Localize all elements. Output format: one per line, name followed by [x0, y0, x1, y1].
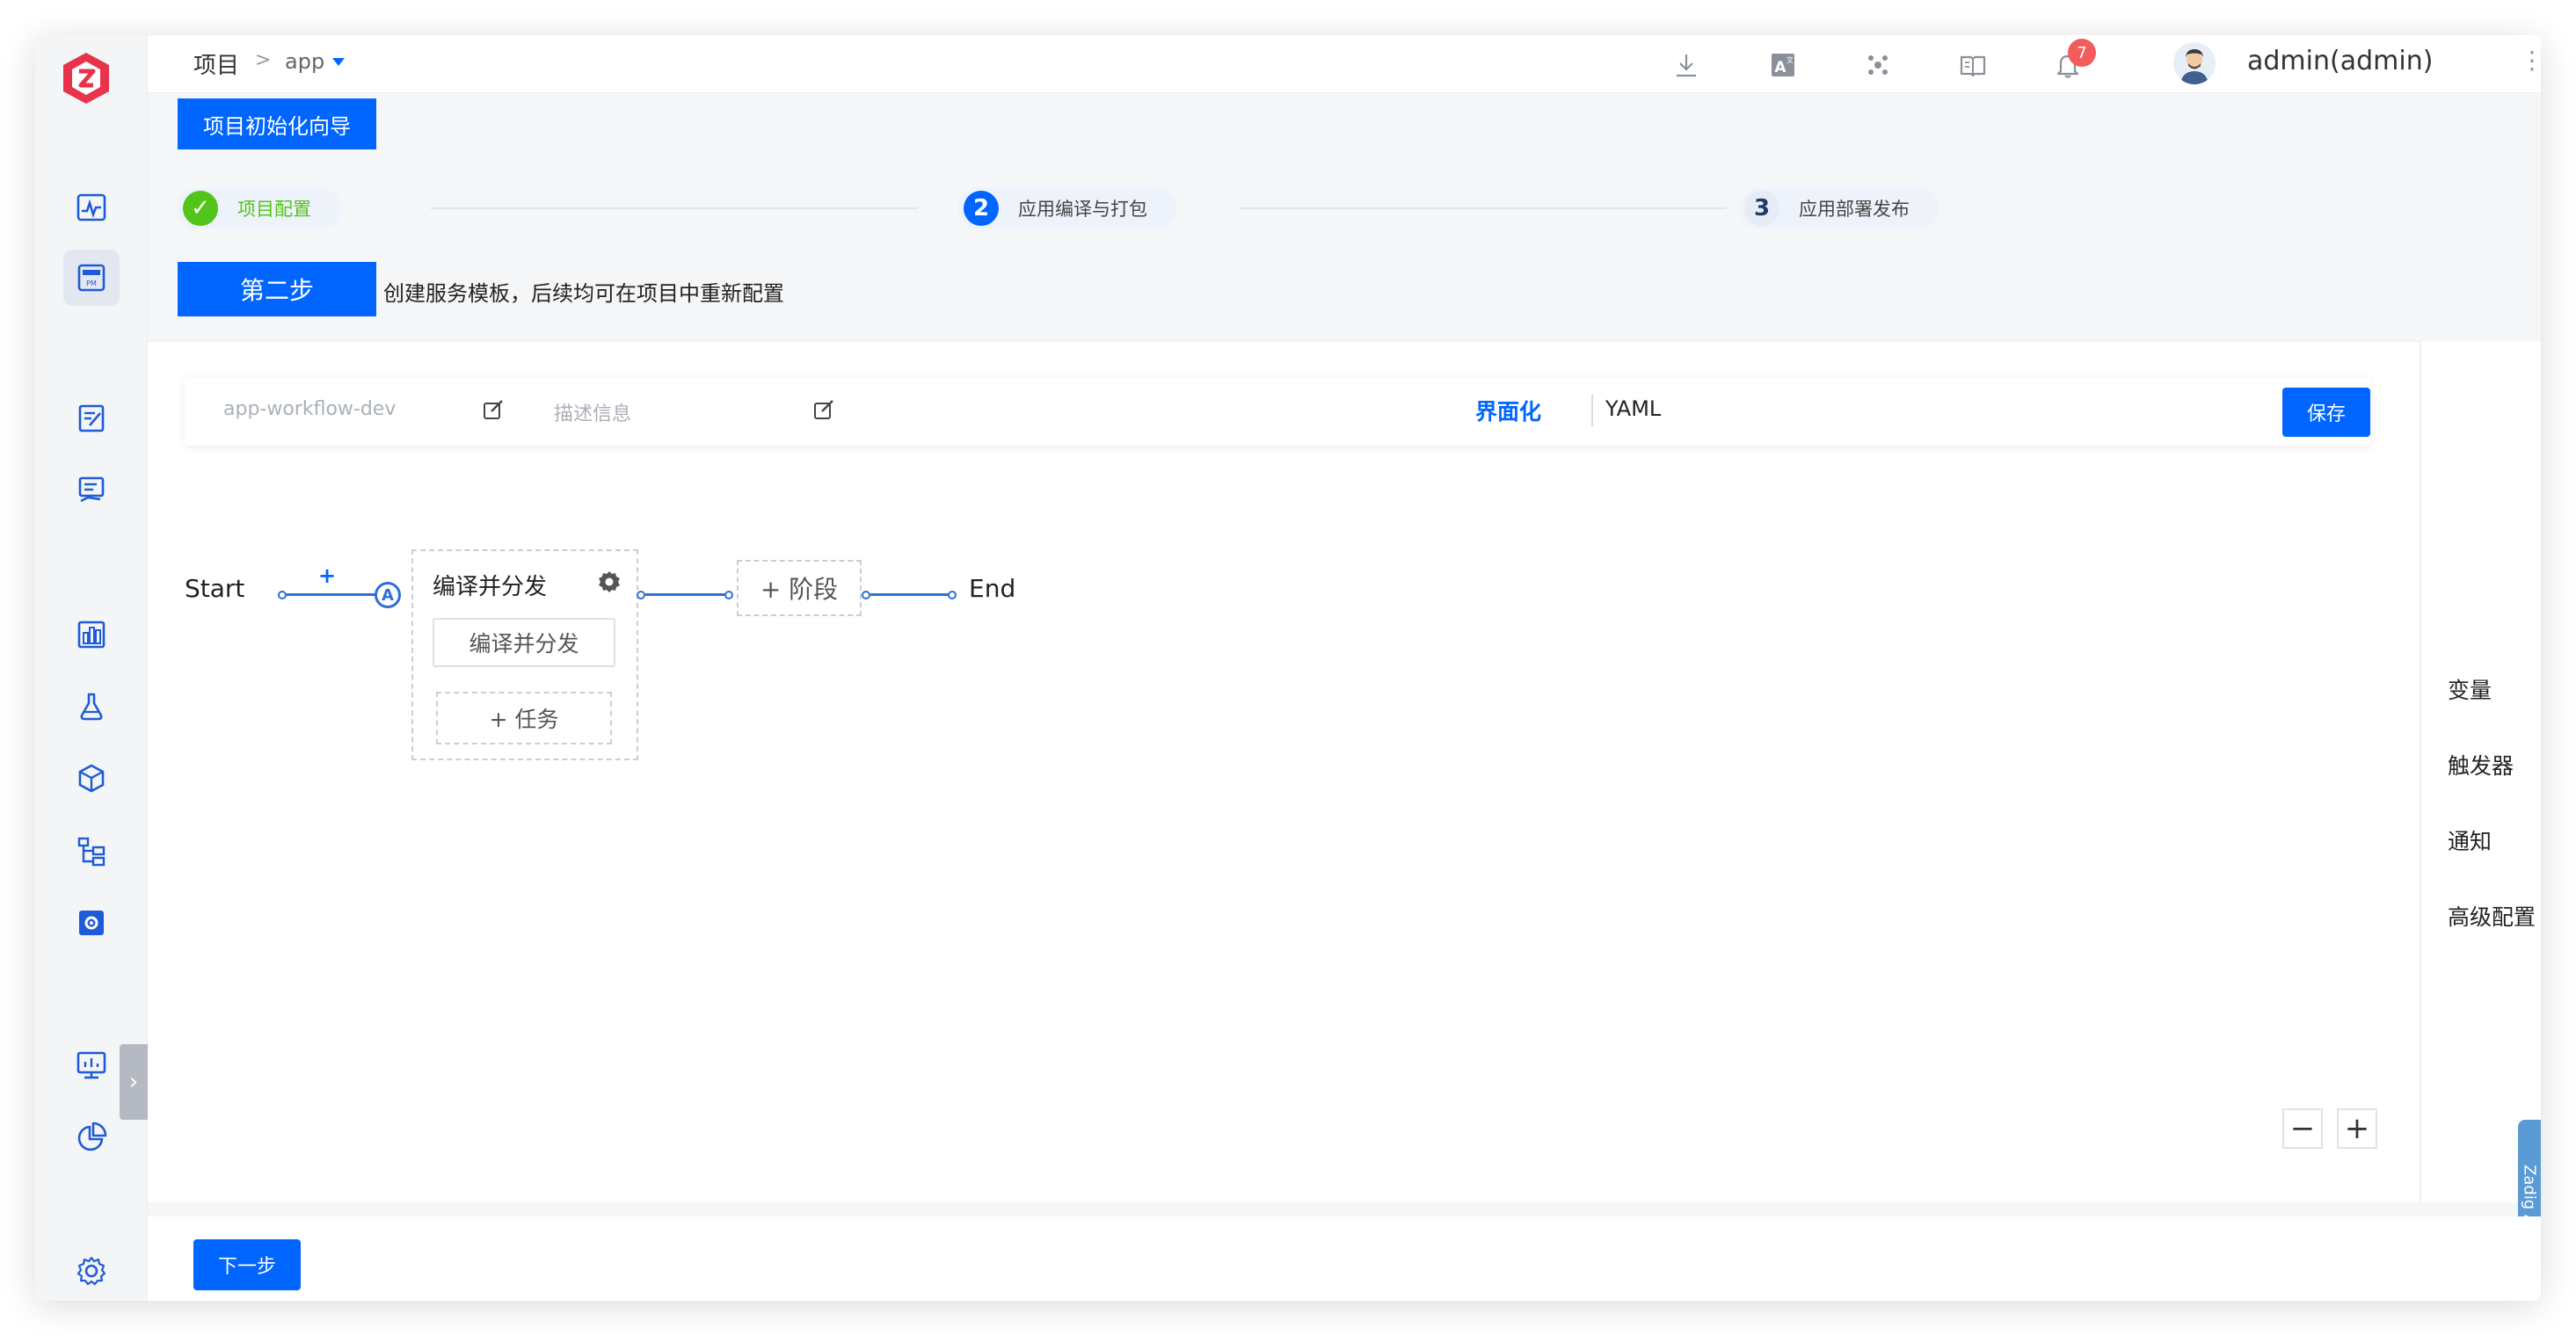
user-avatar[interactable] — [2173, 42, 2216, 84]
notification-badge: 7 — [2068, 39, 2096, 67]
workflow-start-label: Start — [185, 574, 245, 603]
more-menu-icon[interactable]: ⋮ — [2520, 46, 2541, 75]
sidebar: PM › — [35, 35, 148, 1301]
system-settings-gear-icon[interactable] — [63, 1243, 120, 1299]
wizard-title: 项目初始化向导 — [178, 98, 376, 149]
nav-quality-icon[interactable] — [63, 606, 120, 663]
nav-deliver-icon[interactable] — [63, 462, 120, 519]
stage-card[interactable]: 编译并分发 编译并分发 + 任务 — [411, 549, 638, 760]
user-name[interactable]: admin(admin) — [2247, 46, 2433, 76]
wizard-step-3: 3 应用部署发布 — [1739, 188, 1939, 229]
wizard-step-2: 2 应用编译与打包 — [958, 188, 1177, 229]
step-connector — [431, 207, 918, 209]
nav-dashboard-icon[interactable] — [63, 179, 120, 236]
breadcrumb-separator: > — [255, 49, 272, 71]
current-step-description: 创建服务模板，后续均可在项目中重新配置 — [383, 281, 784, 306]
nav-settings-box-icon[interactable] — [63, 895, 120, 951]
panel-item-notifications[interactable]: 通知 — [2448, 824, 2492, 856]
step-2-label: 应用编译与打包 — [1018, 199, 1147, 220]
workflow-end-label: End — [969, 574, 1016, 603]
connector-dot — [724, 591, 733, 599]
right-config-panel: 变量 触发器 通知 高级配置 — [2420, 341, 2541, 1202]
connector-dot — [948, 591, 957, 599]
svg-text:PM: PM — [86, 280, 97, 287]
step-3-number: 3 — [1744, 191, 1779, 226]
connector-dot — [862, 591, 870, 599]
stage-title: 编译并分发 — [433, 574, 548, 600]
zadig-logo[interactable] — [60, 49, 113, 107]
workflow-name-input[interactable]: app-workflow-dev — [223, 398, 396, 420]
stage-settings-gear-icon[interactable] — [596, 569, 622, 595]
zoom-in-button[interactable]: + — [2337, 1108, 2377, 1149]
add-task-button[interactable]: + 任务 — [436, 692, 612, 744]
connector-line — [645, 593, 730, 596]
save-button[interactable]: 保存 — [2282, 388, 2370, 437]
wizard-step-1: ✓ 项目配置 — [178, 188, 341, 229]
app-window: PM › 项目 > app A 文 7 admin(admin) ⋮ 项目初始化… — [35, 35, 2541, 1301]
nav-release-icon[interactable] — [63, 390, 120, 447]
nav-artifact-box-icon[interactable] — [63, 751, 120, 807]
sidebar-collapse-toggle[interactable]: › — [120, 1044, 148, 1120]
plugin-dots-icon[interactable] — [1859, 46, 1897, 84]
connector-dot — [637, 591, 645, 599]
description-input[interactable]: 描述信息 — [554, 398, 631, 426]
workflow-toolbar: app-workflow-dev 描述信息 界面化 YAML 保存 — [185, 377, 2370, 446]
nav-project-icon[interactable]: PM — [63, 250, 120, 306]
step-done-check-icon: ✓ — [183, 191, 218, 226]
panel-item-triggers[interactable]: 触发器 — [2448, 749, 2514, 781]
nav-resource-tree-icon[interactable] — [63, 823, 120, 879]
step-1-label: 项目配置 — [237, 199, 311, 220]
docs-book-icon[interactable] — [1954, 46, 1992, 84]
breadcrumb-app-select[interactable]: app — [285, 49, 324, 74]
add-stage-button[interactable]: + 阶段 — [737, 560, 862, 616]
edit-name-icon[interactable] — [480, 396, 506, 423]
step-3-label: 应用部署发布 — [1799, 199, 1910, 220]
zoom-out-button[interactable]: − — [2282, 1108, 2323, 1149]
connector-line — [870, 593, 951, 596]
edit-description-icon[interactable] — [811, 396, 837, 423]
panel-item-variables[interactable]: 变量 — [2448, 673, 2492, 705]
caret-down-icon[interactable] — [332, 58, 345, 66]
footer-bar: 下一步 — [148, 1216, 2541, 1301]
workflow-canvas[interactable]: app-workflow-dev 描述信息 界面化 YAML 保存 Start … — [148, 341, 2420, 1202]
connector-dot — [278, 591, 287, 599]
panel-item-advanced[interactable]: 高级配置 — [2448, 900, 2536, 932]
nav-monitor-icon[interactable] — [63, 1037, 120, 1093]
tab-divider — [1591, 395, 1593, 426]
step-connector — [1240, 207, 1727, 209]
nav-test-flask-icon[interactable] — [63, 679, 120, 735]
translate-icon[interactable]: A文 — [1764, 46, 1802, 84]
step-2-number: 2 — [964, 191, 999, 226]
tab-yaml-mode[interactable]: YAML — [1605, 396, 1661, 421]
download-icon[interactable] — [1667, 46, 1706, 84]
start-marker-a-icon: A — [375, 582, 401, 608]
add-stage-plus-icon[interactable]: + — [318, 563, 336, 588]
job-card[interactable]: 编译并分发 — [433, 618, 615, 667]
current-step-tag: 第二步 — [178, 262, 376, 316]
nav-statistics-pie-icon[interactable] — [63, 1109, 120, 1165]
svg-text:A: A — [1774, 59, 1786, 76]
top-header: 项目 > app A文 7 admin(admin) ⋮ — [148, 35, 2541, 93]
next-step-button[interactable]: 下一步 — [193, 1239, 301, 1290]
breadcrumb-project[interactable]: 项目 — [193, 47, 239, 80]
tab-ui-mode[interactable]: 界面化 — [1475, 395, 1541, 426]
svg-text:文: 文 — [1786, 55, 1794, 64]
